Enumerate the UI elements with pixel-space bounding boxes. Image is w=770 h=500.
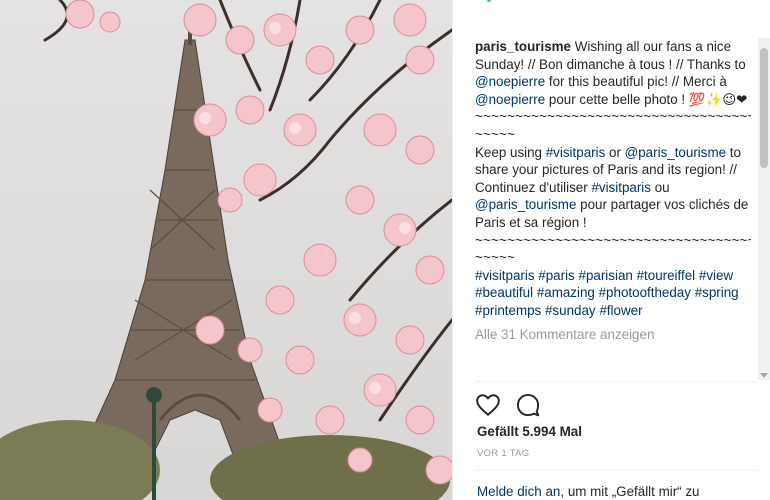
- scrollbar-thumb[interactable]: [760, 48, 768, 168]
- caption-scroll-area[interactable]: paris_tourisme Wishing all our fans a ni…: [475, 38, 751, 378]
- caption-paragraph-1: paris_tourisme Wishing all our fans a ni…: [475, 38, 751, 108]
- caption-divider-text-wrap: ~~~~~: [475, 126, 516, 142]
- caption-divider-text-wrap: ~~~~~: [475, 250, 516, 266]
- post-side-panel: paris_tourisme Wishing all our fans a ni…: [452, 0, 770, 500]
- hashtag-link[interactable]: #amazing: [537, 285, 595, 300]
- hashtag-link[interactable]: #beautiful: [475, 285, 533, 300]
- mention-link[interactable]: @noepierre: [475, 92, 545, 107]
- hashtag-link[interactable]: #paris: [538, 268, 574, 283]
- hashtag-link[interactable]: #photooftheday: [599, 285, 691, 300]
- heart-outline-icon[interactable]: [475, 392, 501, 418]
- post-actions: [475, 392, 541, 418]
- mention-link[interactable]: @noepierre: [475, 74, 545, 89]
- login-link[interactable]: Melde dich an: [477, 484, 560, 499]
- caption-text: or: [605, 144, 625, 160]
- scroll-down-arrow-icon[interactable]: [760, 373, 768, 378]
- caption-text: Keep using: [475, 144, 546, 160]
- post-photo[interactable]: [0, 0, 452, 500]
- hashtag-link[interactable]: #visitparis: [546, 145, 606, 160]
- divider: [475, 470, 758, 471]
- hashtag-link[interactable]: #parisian: [579, 268, 633, 283]
- view-all-comments-link[interactable]: Alle 31 Kommentare anzeigen: [475, 326, 751, 344]
- caption-divider-text: ~~~~~~~~~~~~~~~~~~~~~~~~~~~~~~~~~~~~~: [475, 109, 751, 125]
- caption-text: pour cette belle photo ! 💯✨😉❤: [545, 91, 748, 107]
- caption-scrollbar[interactable]: [758, 38, 770, 380]
- hashtag-link[interactable]: #spring: [695, 285, 739, 300]
- caption-divider-text: ~~~~~~~~~~~~~~~~~~~~~~~~~~~~~~~~~~~~~: [475, 232, 751, 248]
- caption-username[interactable]: paris_tourisme: [475, 39, 571, 54]
- mention-link[interactable]: @paris_tourisme: [625, 145, 726, 160]
- mention-link[interactable]: @paris_tourisme: [475, 197, 576, 212]
- post-timestamp: VOR 1 TAG: [477, 448, 530, 459]
- hashtag-link[interactable]: #toureiffel: [637, 268, 696, 283]
- login-prompt-text: , um mit „Gefällt mir“ zu: [560, 484, 700, 499]
- caption-text: ou: [650, 179, 670, 195]
- hashtag-link[interactable]: #view: [699, 268, 733, 283]
- caption-paragraph-2: Keep using #visitparis or @paris_tourism…: [475, 144, 751, 232]
- caption-text: for this beautiful pic! // Merci à: [545, 74, 727, 90]
- divider: [475, 381, 758, 382]
- hashtag-list: #visitparis #paris #parisian #toureiffel…: [475, 267, 751, 320]
- hashtag-link[interactable]: #printemps: [475, 303, 541, 318]
- avatar[interactable]: [479, 0, 505, 8]
- hashtag-link[interactable]: #flower: [599, 303, 642, 318]
- hashtag-link[interactable]: #visitparis: [591, 180, 651, 195]
- login-prompt: Melde dich an, um mit „Gefällt mir“ zu: [477, 484, 700, 499]
- comment-bubble-icon[interactable]: [515, 392, 541, 418]
- hashtag-link[interactable]: #sunday: [545, 303, 596, 318]
- like-count[interactable]: Gefällt 5.994 Mal: [477, 424, 582, 439]
- hashtag-link[interactable]: #visitparis: [475, 268, 535, 283]
